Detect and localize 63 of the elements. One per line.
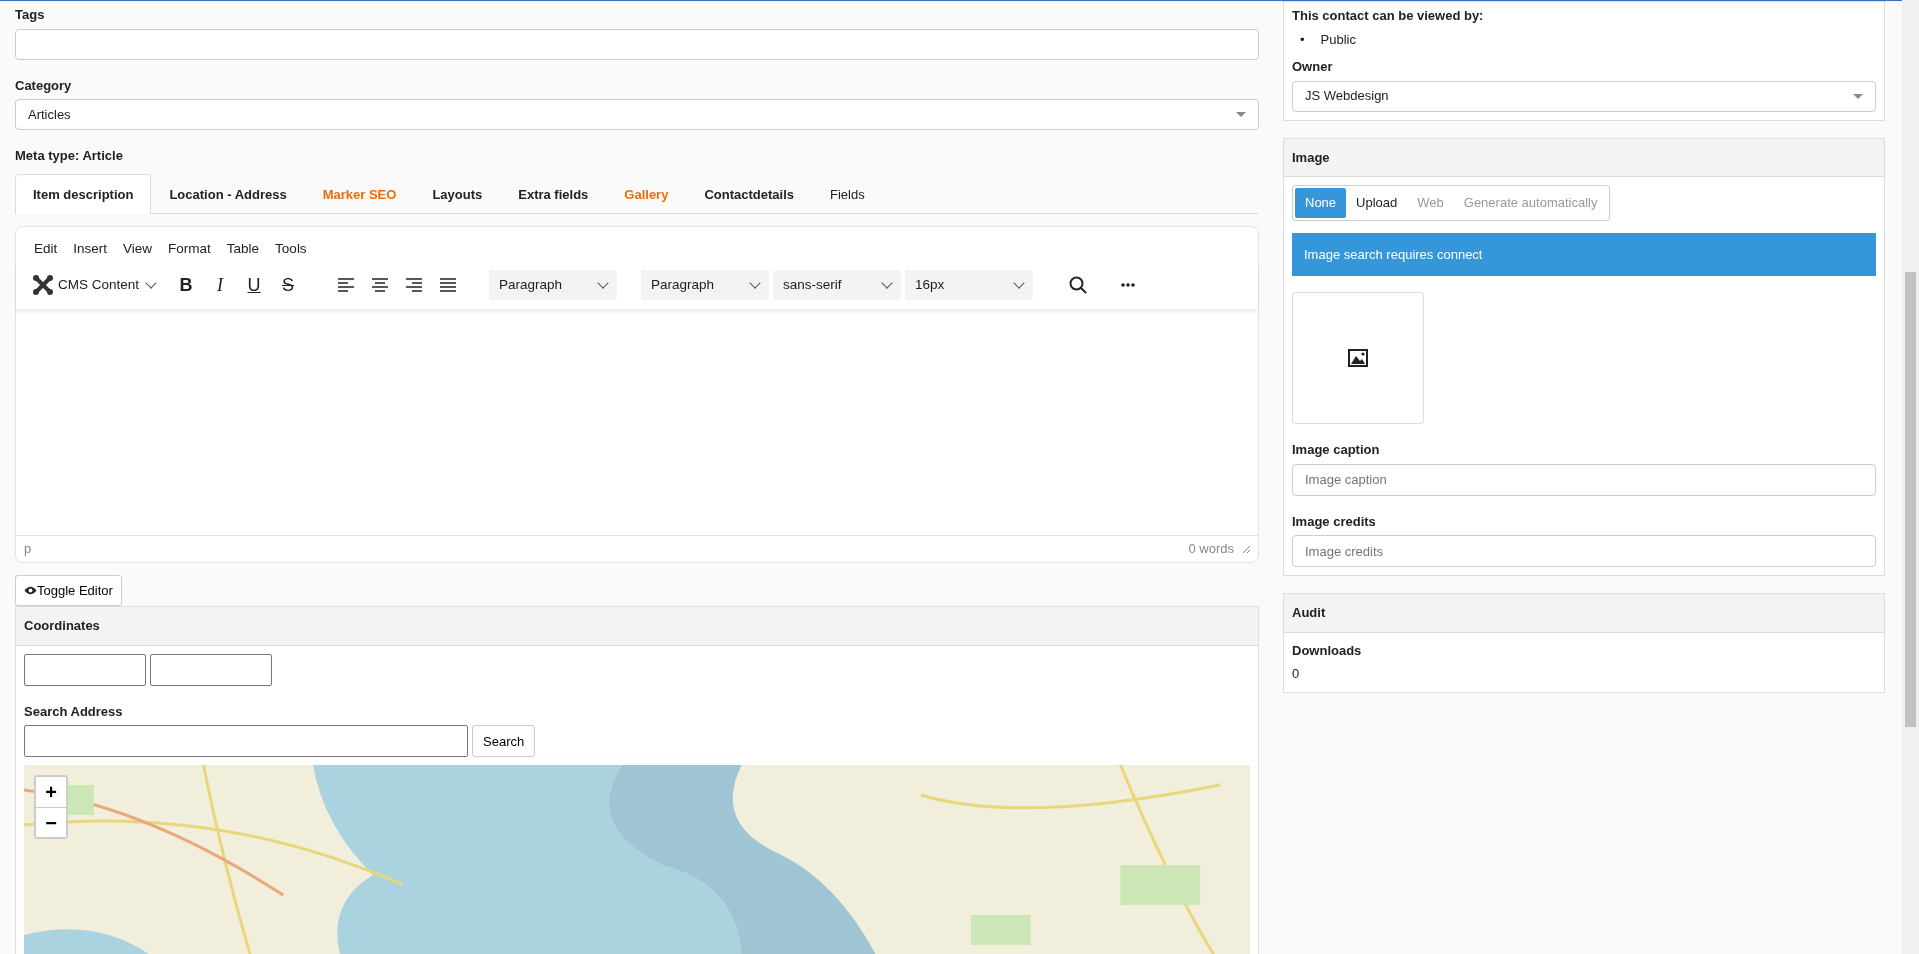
section-heading: This contact can be viewed by: [1292,7,1484,25]
downloads-value: 0 [1292,665,1301,683]
search-address-button[interactable]: Search [472,725,536,758]
element-path[interactable]: p [24,539,32,559]
tab[interactable]: Contactdetails [686,173,812,214]
word-count: 0 words [1188,540,1234,559]
more-icon [1121,283,1136,288]
image-icon [1348,349,1368,367]
field-label: Category [15,76,72,95]
align-left-icon [338,277,355,294]
strikethrough-button[interactable]: S [271,269,306,302]
menu-item[interactable]: Format [160,235,219,264]
italic-button[interactable]: I [203,269,238,302]
field-label: Search Address [24,702,123,721]
menu-item[interactable]: Edit [26,235,66,264]
field-label: Downloads [1292,641,1362,660]
cms-content-button[interactable]: CMS Content [26,269,162,302]
format-dropdown[interactable]: sans-serif [773,270,902,301]
tab[interactable]: Extra fields [500,173,607,214]
bold-button[interactable]: B [169,269,204,302]
format-dropdown[interactable]: 16px [905,270,1034,301]
underline-button[interactable]: U [237,269,272,302]
caption-field[interactable]: Image caption [1292,463,1876,496]
panel-title: Image [1284,138,1884,177]
longitude-field[interactable] [150,653,272,686]
meta-type-label: Meta type: Article [15,147,123,165]
search-icon [1069,276,1088,295]
list-item: Public [1320,30,1356,49]
owner-select[interactable]: JS Webdesign [1292,80,1876,112]
align-right-icon [406,277,423,294]
joomla-logo-icon [32,274,54,297]
field-label: Owner [1292,58,1333,76]
menu-item[interactable]: View [115,235,161,264]
resize-handle-icon[interactable] [1242,545,1250,553]
tab[interactable]: Location - Address [151,173,305,214]
bullet: • [1300,30,1305,49]
scrollbar-thumb[interactable] [1905,272,1916,727]
address-field[interactable] [24,725,468,758]
menu-item[interactable]: Tools [267,235,315,264]
menu-item[interactable]: Insert [65,235,116,264]
zoom-out-button[interactable]: − [36,807,66,838]
justify-icon [440,277,457,294]
field-label: Tags [15,6,45,24]
category-select[interactable]: Articles [15,99,1259,130]
image-source-option[interactable]: Upload [1346,188,1408,218]
field-label: Image caption [1292,441,1380,459]
tab[interactable]: Fields [812,173,883,214]
panel-title: Audit [1284,594,1884,633]
info-alert: Image search requires connect [1292,232,1876,276]
menu-item[interactable]: Table [218,235,268,264]
field-label: Image credits [1292,512,1376,531]
toggle-editor-button[interactable]: Toggle Editor [15,574,122,607]
tab[interactable]: Item description [15,173,152,214]
tab[interactable]: Layouts [414,173,501,214]
credits-field[interactable]: Image credits [1292,535,1876,567]
scrollbar[interactable] [1902,0,1919,954]
latitude-field[interactable] [24,653,146,686]
panel-title: Coordinates [16,607,1258,646]
tags-field[interactable] [15,28,1259,60]
eye-icon [24,586,37,595]
format-dropdown[interactable]: Paragraph [641,270,770,301]
align-center-icon [372,277,389,294]
format-dropdown[interactable]: Paragraph [489,270,618,301]
